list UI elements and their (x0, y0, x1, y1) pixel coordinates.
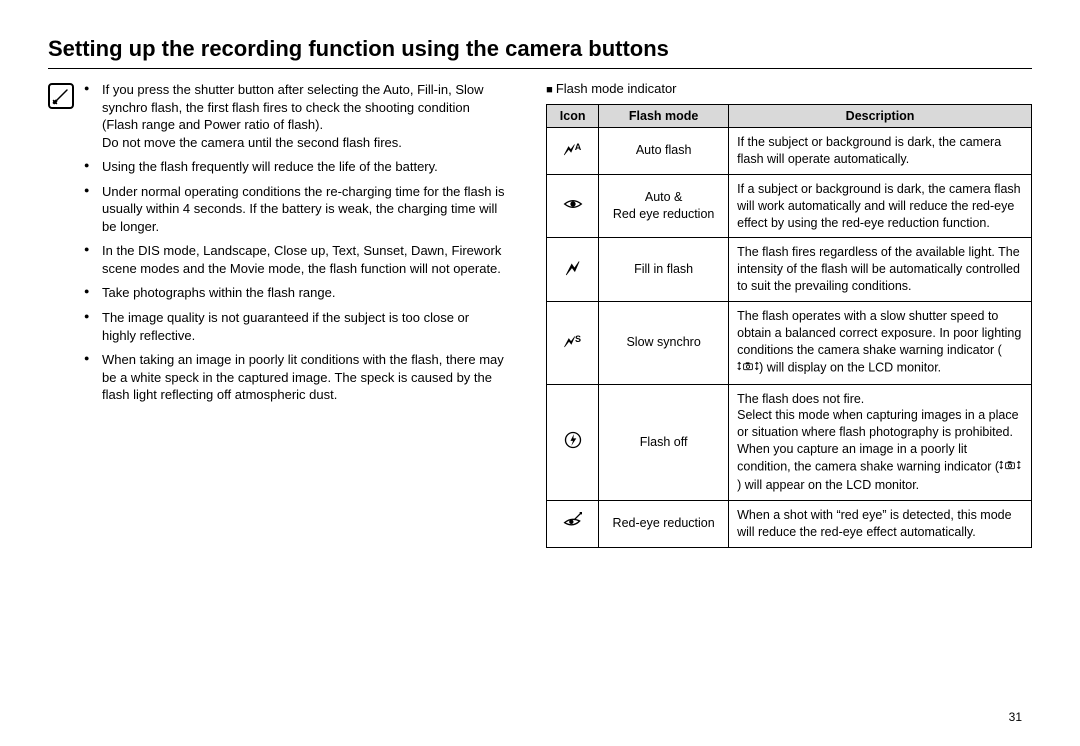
table-row: 🗲 Fill in flash The flash fires regardle… (547, 238, 1032, 302)
desc-pre: The flash does not fire. Select this mod… (737, 392, 1018, 474)
note-item: Take photographs within the flash range. (84, 284, 506, 302)
mode-cell: Red-eye reduction (599, 500, 729, 547)
note-text: The image quality is not guaranteed if t… (102, 310, 469, 343)
mode-cell: Fill in flash (599, 238, 729, 302)
flash-off-icon (547, 384, 599, 500)
flash-mode-table: Icon Flash mode Description 🗲A Auto flas… (546, 104, 1032, 548)
note-item: Using the flash frequently will reduce t… (84, 158, 506, 176)
table-row: Red-eye reduction When a shot with “red … (547, 500, 1032, 547)
desc-pre: The flash operates with a slow shutter s… (737, 309, 1021, 357)
desc-cell: If the subject or background is dark, th… (729, 128, 1032, 175)
note-item: The image quality is not guaranteed if t… (84, 309, 506, 344)
note-text: Under normal operating conditions the re… (102, 184, 505, 234)
left-column: If you press the shutter button after se… (48, 81, 506, 548)
table-row: Auto & Red eye reduction If a subject or… (547, 174, 1032, 238)
camera-shake-icon (999, 458, 1021, 477)
notes-list: If you press the shutter button after se… (84, 81, 506, 411)
header-icon: Icon (547, 105, 599, 128)
section-label: Flash mode indicator (546, 81, 1032, 96)
note-text: In the DIS mode, Landscape, Close up, Te… (102, 243, 501, 276)
note-text: When taking an image in poorly lit condi… (102, 352, 504, 402)
note-item: Under normal operating conditions the re… (84, 183, 506, 236)
table-row: 🗲A Auto flash If the subject or backgrou… (547, 128, 1032, 175)
header-desc: Description (729, 105, 1032, 128)
desc-cell: When a shot with “red eye” is detected, … (729, 500, 1032, 547)
note-subtext: Do not move the camera until the second … (102, 134, 506, 152)
mode-cell: Auto flash (599, 128, 729, 175)
flash-auto-icon: 🗲A (547, 128, 599, 175)
red-eye-fix-icon (547, 500, 599, 547)
note-icon (48, 83, 74, 109)
mode-cell: Slow synchro (599, 302, 729, 385)
note-text: If you press the shutter button after se… (102, 82, 484, 132)
desc-cell: If a subject or background is dark, the … (729, 174, 1032, 238)
page-number: 31 (1009, 710, 1022, 724)
fill-flash-icon: 🗲 (547, 238, 599, 302)
desc-cell: The flash operates with a slow shutter s… (729, 302, 1032, 385)
table-row: Flash off The flash does not fire. Selec… (547, 384, 1032, 500)
note-text: Using the flash frequently will reduce t… (102, 159, 438, 174)
two-column-layout: If you press the shutter button after se… (48, 81, 1032, 548)
page-title: Setting up the recording function using … (48, 36, 1032, 62)
manual-page: Setting up the recording function using … (0, 0, 1080, 746)
note-box: If you press the shutter button after se… (48, 81, 506, 411)
note-item: If you press the shutter button after se… (84, 81, 506, 151)
desc-cell: The flash fires regardless of the availa… (729, 238, 1032, 302)
table-header-row: Icon Flash mode Description (547, 105, 1032, 128)
desc-post: ) will appear on the LCD monitor. (737, 478, 919, 492)
mode-cell: Auto & Red eye reduction (599, 174, 729, 238)
header-mode: Flash mode (599, 105, 729, 128)
note-item: When taking an image in poorly lit condi… (84, 351, 506, 404)
desc-cell: The flash does not fire. Select this mod… (729, 384, 1032, 500)
right-column: Flash mode indicator Icon Flash mode Des… (546, 81, 1032, 548)
note-item: In the DIS mode, Landscape, Close up, Te… (84, 242, 506, 277)
mode-cell: Flash off (599, 384, 729, 500)
desc-post: ) will display on the LCD monitor. (759, 360, 941, 374)
red-eye-icon (547, 174, 599, 238)
camera-shake-icon (737, 359, 759, 378)
title-divider (48, 68, 1032, 69)
table-row: 🗲S Slow synchro The flash operates with … (547, 302, 1032, 385)
note-text: Take photographs within the flash range. (102, 285, 335, 300)
slow-synchro-icon: 🗲S (547, 302, 599, 385)
